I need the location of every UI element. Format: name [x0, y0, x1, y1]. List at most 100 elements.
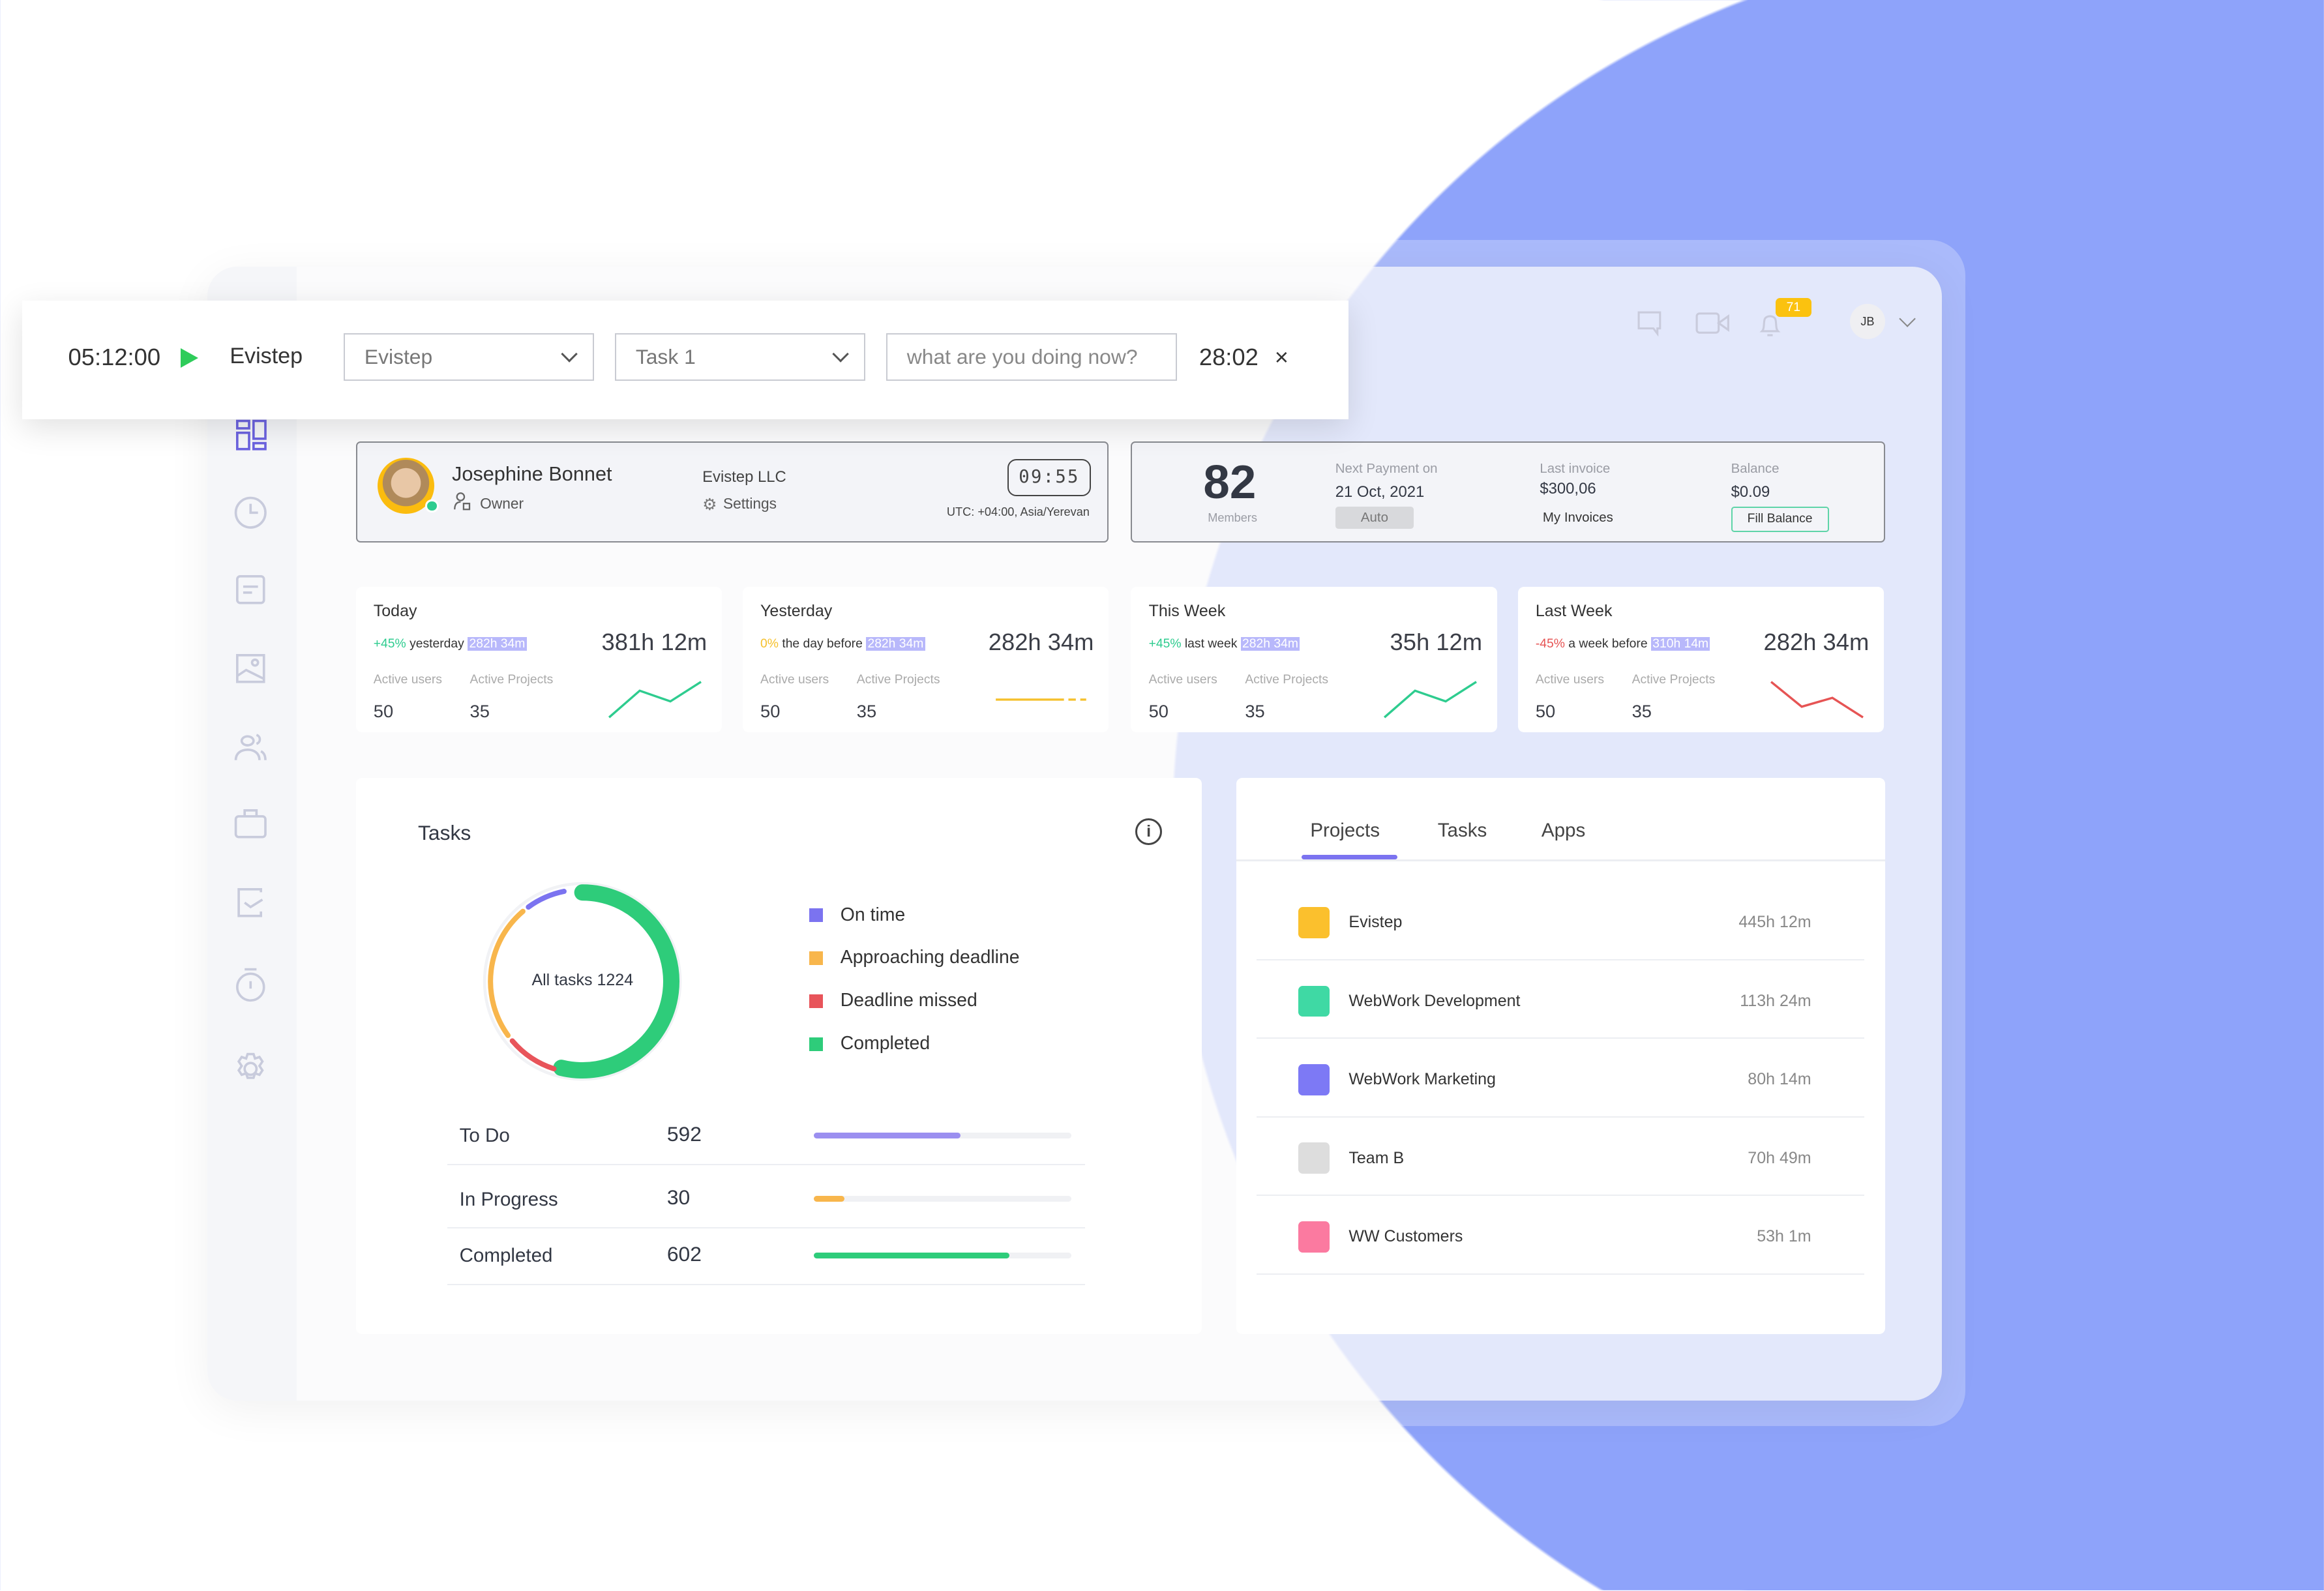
stat-change: +45%	[1148, 637, 1182, 651]
project-color-swatch	[1298, 1142, 1330, 1174]
legend-label: Approaching deadline	[840, 947, 1020, 968]
image-icon[interactable]	[233, 651, 269, 687]
fill-balance-button[interactable]: Fill Balance	[1731, 507, 1829, 532]
timezone: UTC: +04:00, Asia/Yerevan	[946, 505, 1090, 518]
user-avatar[interactable]: JB	[1849, 303, 1886, 340]
project-row[interactable]: WW Customers 53h 1m	[1257, 1196, 1865, 1275]
tab-projects[interactable]: Projects	[1310, 820, 1380, 842]
info-icon[interactable]: i	[1135, 818, 1163, 845]
legend-item: Deadline missed	[809, 990, 977, 1011]
task-status-label: Completed	[459, 1245, 553, 1267]
donut-center-label: All tasks 1224	[531, 970, 634, 989]
stat-card: This Week +45% last week 282h 34m 35h 12…	[1131, 587, 1497, 732]
close-icon[interactable]: ×	[1275, 344, 1289, 371]
online-status-dot	[425, 499, 439, 513]
chevron-down-icon	[561, 346, 578, 363]
stat-total: 381h 12m	[601, 628, 708, 655]
user-role: Owner	[480, 494, 524, 512]
briefcase-icon[interactable]	[233, 806, 269, 842]
legend-item: On time	[809, 904, 905, 926]
project-color-swatch	[1298, 985, 1330, 1017]
activity-input[interactable]: what are you doing now?	[886, 333, 1177, 381]
legend-swatch	[809, 951, 823, 965]
chevron-down-icon	[832, 346, 849, 363]
stat-card: Last Week -45% a week before 310h 14m 28…	[1517, 587, 1884, 732]
tab-apps[interactable]: Apps	[1542, 820, 1585, 842]
tab-tasks[interactable]: Tasks	[1438, 820, 1487, 842]
projects-card: Projects Tasks Apps Evistep 445h 12m WebWo…	[1236, 778, 1886, 1334]
progress-track	[813, 1252, 1072, 1258]
active-projects-label: Active Projects	[469, 672, 554, 687]
profile-card: Josephine Bonnet Owner Evistep LLC ⚙ Set…	[355, 441, 1109, 543]
last-invoice-value: $300,06	[1540, 480, 1596, 498]
stat-compare-value: 310h 14m	[1650, 637, 1710, 651]
task-select[interactable]: Task 1	[615, 333, 866, 381]
tabs-divider	[1236, 859, 1886, 861]
auto-button[interactable]: Auto	[1335, 507, 1414, 529]
legend-item: Approaching deadline	[809, 947, 1020, 968]
project-row[interactable]: Evistep 445h 12m	[1257, 882, 1865, 960]
document-icon[interactable]	[233, 572, 269, 608]
active-users-label: Active users	[1535, 672, 1604, 687]
task-time: 28:02	[1199, 344, 1259, 371]
project-row[interactable]: WebWork Marketing 80h 14m	[1257, 1039, 1865, 1118]
video-icon[interactable]	[1695, 310, 1731, 336]
settings-link[interactable]: Settings	[723, 495, 777, 513]
clock-icon[interactable]	[233, 495, 269, 531]
project-select[interactable]: Evistep	[344, 333, 595, 381]
stat-title: This Week	[1148, 601, 1226, 620]
next-payment-date: 21 Oct, 2021	[1335, 483, 1425, 501]
stat-compare-value: 282h 34m	[1240, 637, 1300, 651]
project-time: 80h 14m	[1748, 1070, 1811, 1089]
task-check-icon[interactable]	[233, 885, 269, 921]
project-color-swatch	[1298, 1063, 1330, 1095]
gear-icon[interactable]	[233, 1051, 269, 1087]
legend-swatch	[809, 908, 823, 922]
settings-gear-icon[interactable]: ⚙	[702, 495, 717, 514]
stat-title: Yesterday	[760, 601, 833, 620]
project-name: Evistep	[1348, 913, 1403, 932]
stat-change: -45%	[1535, 637, 1565, 651]
legend-label: Completed	[840, 1033, 931, 1054]
user-name: Josephine Bonnet	[451, 462, 612, 485]
stat-card: Today +45% yesterday 282h 34m 381h 12m A…	[355, 587, 722, 732]
progress-fill	[813, 1196, 845, 1202]
active-users-value: 50	[373, 701, 394, 722]
chat-icon[interactable]	[1636, 310, 1663, 337]
stat-total: 282h 34m	[1763, 628, 1870, 655]
project-row[interactable]: WebWork Development 113h 24m	[1257, 960, 1865, 1039]
project-time: 113h 24m	[1740, 991, 1811, 1010]
dashboard-icon[interactable]	[233, 418, 269, 454]
stat-compare-value: 282h 34m	[468, 637, 527, 651]
stopwatch-icon[interactable]	[233, 966, 269, 1002]
tasks-title: Tasks	[417, 821, 471, 845]
trend-sparkline	[1383, 681, 1477, 719]
donut-segment-on-time	[526, 888, 567, 910]
elapsed-time: 05:12:00	[68, 344, 161, 371]
app-window: 71 JB Josephine Bonnet Owner Evistep LLC…	[207, 267, 1942, 1401]
activity-placeholder: what are you doing now?	[906, 345, 1138, 369]
users-icon[interactable]	[233, 729, 269, 765]
trend-sparkline	[1770, 681, 1864, 719]
task-status-row: Completed 602	[447, 1226, 1085, 1285]
active-tab-underline	[1301, 855, 1398, 860]
active-users-label: Active users	[760, 672, 829, 687]
next-payment-label: Next Payment on	[1335, 460, 1438, 476]
project-row[interactable]: Team B 70h 49m	[1257, 1118, 1865, 1197]
stage: 71 JB Josephine Bonnet Owner Evistep LLC…	[0, 0, 2324, 1590]
active-projects-value: 35	[856, 701, 877, 722]
balance-value: $0.09	[1731, 483, 1770, 501]
owner-icon	[453, 492, 471, 511]
stat-compare-label: the day before	[782, 637, 863, 651]
task-status-count: 592	[666, 1122, 702, 1146]
play-icon[interactable]	[181, 348, 199, 368]
stat-comparison: +45% yesterday 282h 34m	[374, 637, 527, 651]
task-status-label: In Progress	[459, 1188, 558, 1210]
stat-comparison: +45% last week 282h 34m	[1149, 637, 1300, 651]
trend-sparkline	[996, 698, 1088, 701]
my-invoices-link[interactable]: My Invoices	[1543, 510, 1613, 526]
trend-sparkline	[608, 681, 702, 719]
project-time: 53h 1m	[1757, 1227, 1811, 1245]
chevron-down-icon[interactable]	[1899, 310, 1916, 327]
project-name: Team B	[1348, 1148, 1405, 1167]
